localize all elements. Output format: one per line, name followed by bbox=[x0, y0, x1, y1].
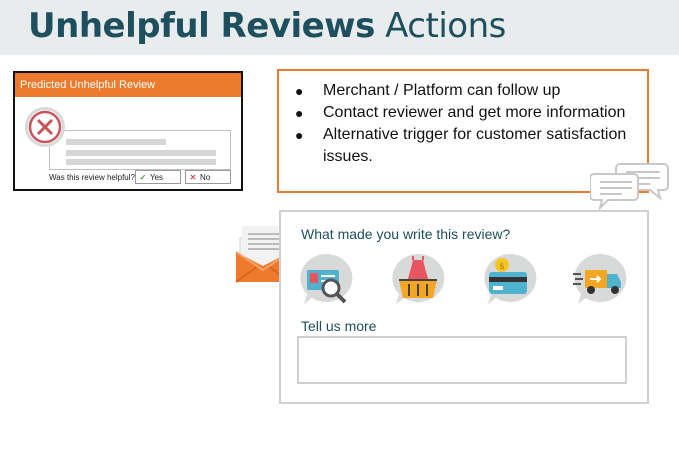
tell-us-more-label: Tell us more bbox=[301, 318, 377, 334]
svg-text:$: $ bbox=[499, 262, 505, 272]
list-item: ● Merchant / Platform can follow up bbox=[295, 80, 647, 102]
no-label: No bbox=[200, 173, 211, 182]
bullet-icon: ● bbox=[295, 127, 304, 143]
reject-x-icon bbox=[25, 107, 65, 147]
page-title: Unhelpful Reviews Actions bbox=[28, 3, 506, 49]
x-icon: ✕ bbox=[189, 173, 197, 182]
title-bar: Unhelpful Reviews Actions bbox=[0, 0, 679, 55]
page-title-bold: Unhelpful Reviews bbox=[28, 6, 375, 46]
product-icon[interactable] bbox=[297, 252, 355, 310]
review-card-header: Predicted Unhelpful Review bbox=[15, 73, 241, 97]
list-item-text: Contact reviewer and get more informatio… bbox=[323, 104, 626, 121]
text-line bbox=[66, 150, 216, 156]
text-line bbox=[66, 159, 216, 165]
review-text-box bbox=[49, 130, 231, 170]
list-item-text: Alternative trigger for customer satisfa… bbox=[323, 126, 627, 165]
yes-button[interactable]: ✓ Yes bbox=[135, 170, 181, 184]
delivery-icon[interactable] bbox=[571, 252, 629, 310]
survey-panel: What made you write this review? $ Tell … bbox=[279, 210, 649, 404]
check-icon: ✓ bbox=[139, 173, 147, 182]
survey-question: What made you write this review? bbox=[301, 226, 511, 242]
list-item: ● Contact reviewer and get more informati… bbox=[295, 102, 647, 124]
predicted-review-card: Predicted Unhelpful Review Was this revi… bbox=[13, 71, 243, 191]
tell-us-more-input[interactable] bbox=[297, 336, 627, 384]
page-title-light: Actions bbox=[385, 6, 506, 46]
payment-icon[interactable]: $ bbox=[481, 252, 539, 310]
bullet-icon: ● bbox=[295, 105, 304, 121]
bullet-icon: ● bbox=[295, 83, 304, 99]
actions-list: ● Merchant / Platform can follow up ● Cont… bbox=[295, 80, 647, 168]
no-button[interactable]: ✕ No bbox=[185, 170, 231, 184]
basket-icon[interactable] bbox=[389, 252, 447, 310]
chat-bubbles-icon bbox=[590, 163, 669, 210]
list-item-text: Merchant / Platform can follow up bbox=[323, 82, 561, 99]
text-line bbox=[66, 139, 166, 145]
yes-label: Yes bbox=[150, 173, 164, 182]
helpful-question: Was this review helpful? bbox=[49, 173, 135, 182]
